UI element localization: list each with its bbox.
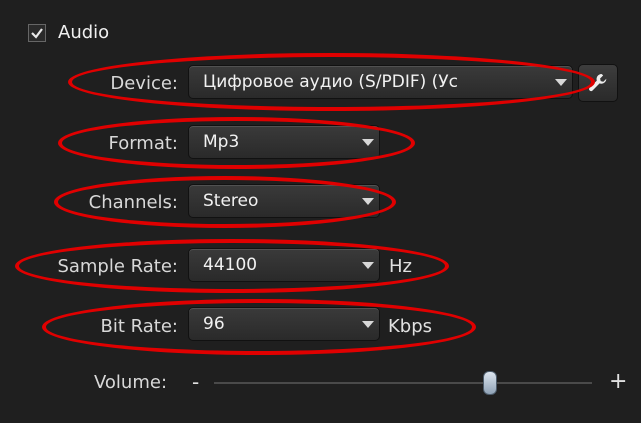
format-label: Format:: [108, 133, 179, 154]
device-value: Цифровое аудио (S/PDIF) (Ус: [203, 72, 458, 92]
sample-rate-label: Sample Rate:: [57, 256, 178, 277]
chevron-down-icon: [357, 185, 379, 217]
device-select[interactable]: Цифровое аудио (S/PDIF) (Ус: [188, 65, 573, 99]
channels-select[interactable]: Stereo: [188, 184, 380, 218]
wrench-icon: [589, 74, 607, 92]
bit-rate-select[interactable]: 96: [188, 307, 380, 341]
format-select[interactable]: Mp3: [188, 125, 380, 159]
audio-section-header: Audio: [28, 22, 109, 43]
chevron-down-icon: [357, 308, 379, 340]
bit-rate-unit: Kbps: [388, 316, 433, 337]
sample-rate-unit: Hz: [389, 256, 412, 277]
audio-settings-panel: Audio Device: Цифровое аудио (S/PDIF) (У…: [0, 0, 641, 423]
channels-label: Channels:: [88, 192, 178, 213]
volume-slider-track[interactable]: [214, 382, 592, 384]
checkmark-icon: [31, 27, 43, 39]
volume-slider-thumb[interactable]: [482, 371, 497, 395]
audio-enabled-checkbox[interactable]: [28, 23, 46, 42]
format-value: Mp3: [203, 132, 240, 152]
chevron-down-icon: [357, 126, 379, 158]
bit-rate-value: 96: [203, 314, 225, 334]
device-label: Device:: [110, 73, 178, 94]
bit-rate-label: Bit Rate:: [100, 316, 178, 337]
chevron-down-icon: [550, 66, 572, 98]
volume-minus-label: -: [192, 370, 200, 394]
chevron-down-icon: [357, 249, 379, 281]
volume-plus-label: +: [609, 369, 628, 394]
volume-label: Volume:: [94, 372, 168, 393]
sample-rate-value: 44100: [203, 255, 258, 275]
channels-value: Stereo: [203, 191, 259, 211]
audio-section-label: Audio: [58, 22, 110, 43]
device-settings-button[interactable]: [578, 64, 618, 102]
sample-rate-select[interactable]: 44100: [188, 248, 380, 282]
